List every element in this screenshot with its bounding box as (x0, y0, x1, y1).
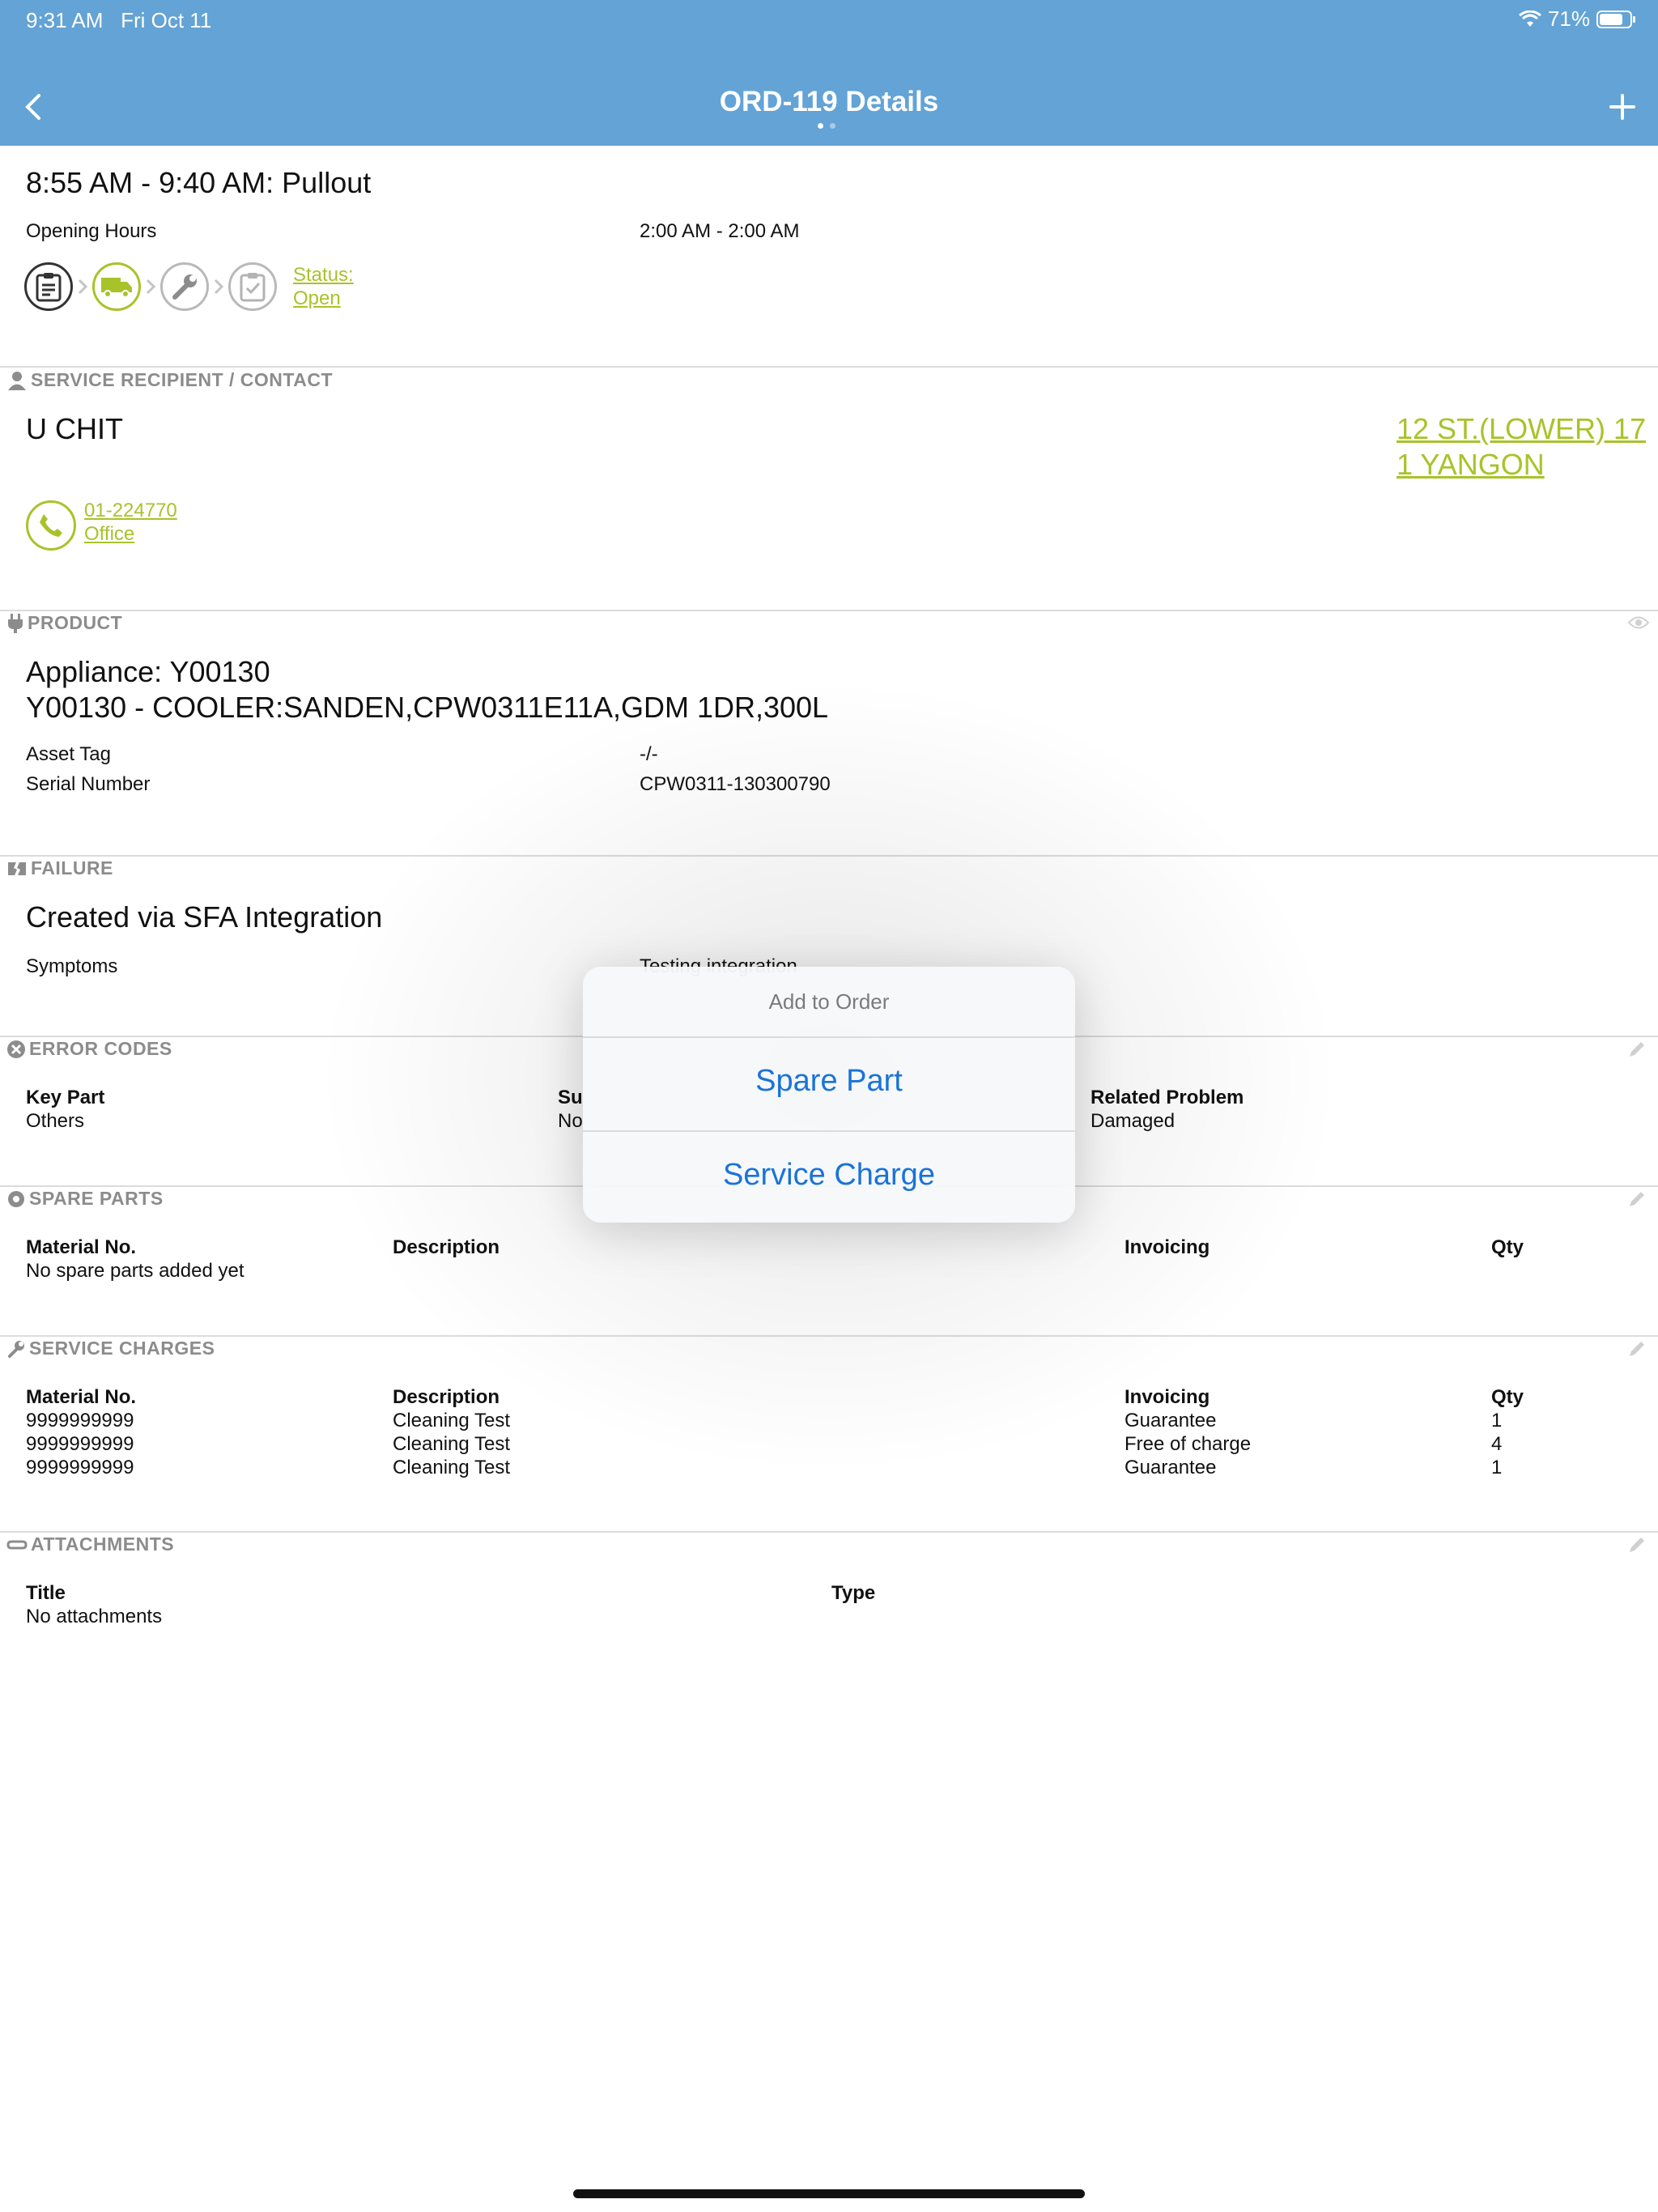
divider (0, 855, 1658, 857)
chevron-right-icon (73, 279, 92, 295)
order-progress: Status: Open (24, 262, 354, 311)
serial-number-label: Serial Number (26, 773, 151, 795)
battery-percent: 71% (1547, 6, 1590, 31)
broken-icon (8, 861, 26, 875)
page-indicator (818, 123, 835, 129)
nav-bar: ORD-119 Details (0, 37, 1658, 146)
divider (0, 1335, 1658, 1337)
wifi-icon (1519, 10, 1541, 27)
asset-tag-label: Asset Tag (26, 743, 111, 765)
attach-col-title: Title (26, 1582, 66, 1604)
address-link[interactable]: 12 ST.(LOWER) 17 1 YANGON (1397, 411, 1646, 483)
related-problem-value: Damaged (1090, 1110, 1175, 1132)
appointment-slot: 8:55 AM - 9:40 AM: Pullout (26, 166, 372, 199)
add-service-charge-button[interactable]: Service Charge (583, 1158, 1075, 1193)
related-problem-label: Related Problem (1090, 1087, 1244, 1108)
spare-col-description: Description (393, 1236, 500, 1258)
section-header-attachments: ATTACHMENTS (6, 1534, 174, 1555)
phone-link[interactable]: 01-224770 Office (84, 499, 177, 546)
battery-icon (1596, 10, 1635, 28)
chevron-right-icon (141, 279, 160, 295)
chevron-right-icon (209, 279, 228, 295)
section-header-service-charges: SERVICE CHARGES (6, 1338, 215, 1359)
status-bar: 9:31 AM Fri Oct 11 71% (0, 0, 1658, 37)
section-header-product: PRODUCT (6, 612, 122, 634)
charge-col-invoicing: Invoicing (1124, 1386, 1210, 1408)
gear-icon (8, 1190, 24, 1207)
section-header-failure: FAILURE (6, 857, 113, 879)
opening-hours-label: Opening Hours (26, 220, 157, 242)
eye-icon[interactable] (1627, 615, 1650, 630)
failure-title: Created via SFA Integration (26, 900, 383, 934)
pencil-icon[interactable] (1627, 1189, 1647, 1209)
wrench-icon (160, 262, 209, 311)
status-link[interactable]: Status: Open (293, 263, 354, 310)
wrench-icon (8, 1340, 24, 1358)
sub-label: Su (558, 1087, 583, 1108)
product-line-1: Appliance: Y00130 (26, 655, 270, 688)
spare-col-qty: Qty (1491, 1236, 1524, 1258)
add-to-order-popover: Add to Order Spare Part Service Charge (583, 967, 1075, 1223)
error-circle-icon (7, 1040, 25, 1058)
popover-title: Add to Order (768, 989, 890, 1014)
serial-number-value: CPW0311-130300790 (640, 773, 831, 795)
opening-hours-value: 2:00 AM - 2:00 AM (640, 220, 800, 242)
status-right: 71% (1519, 6, 1637, 32)
clipboard-icon (24, 262, 73, 311)
pencil-icon[interactable] (1627, 1535, 1647, 1555)
key-part-value: Others (26, 1110, 85, 1132)
section-header-error-codes: ERROR CODES (6, 1038, 172, 1060)
attach-empty-text: No attachments (26, 1606, 163, 1627)
person-icon (8, 371, 26, 390)
checklist-icon (228, 262, 277, 311)
spare-col-invoicing: Invoicing (1124, 1236, 1210, 1258)
attach-col-type: Type (831, 1582, 876, 1604)
spare-col-material: Material No. (26, 1236, 137, 1258)
divider (0, 366, 1658, 368)
pencil-icon[interactable] (1627, 1339, 1647, 1359)
section-header-spare-parts: SPARE PARTS (6, 1188, 164, 1210)
divider (583, 1036, 1075, 1038)
add-spare-part-button[interactable]: Spare Part (583, 1064, 1075, 1099)
charge-col-description: Description (393, 1386, 500, 1408)
product-line-2: Y00130 - COOLER:SANDEN,CPW0311E11A,GDM 1… (26, 691, 829, 724)
asset-tag-value: -/- (640, 743, 658, 765)
key-part-label: Key Part (26, 1087, 105, 1108)
symptoms-label: Symptoms (26, 955, 118, 977)
divider (583, 1130, 1075, 1132)
plus-icon[interactable] (1609, 94, 1635, 120)
plug-icon (8, 613, 23, 633)
pencil-icon[interactable] (1627, 1040, 1647, 1059)
phone-icon[interactable] (26, 500, 76, 551)
sub-value: No (558, 1110, 583, 1132)
charge-col-qty: Qty (1491, 1386, 1524, 1408)
recipient-name: U CHIT (26, 412, 123, 445)
status-time: 9:31 AM Fri Oct 11 (26, 8, 212, 32)
divider (0, 610, 1658, 611)
home-indicator[interactable] (573, 2189, 1085, 2198)
divider (0, 1531, 1658, 1533)
section-header-recipient: SERVICE RECIPIENT / CONTACT (6, 369, 333, 391)
paperclip-icon (6, 1540, 28, 1549)
charge-col-material: Material No. (26, 1386, 137, 1408)
page-title: ORD-119 Details (719, 86, 939, 117)
spare-empty-text: No spare parts added yet (26, 1260, 244, 1282)
truck-icon (92, 262, 141, 311)
